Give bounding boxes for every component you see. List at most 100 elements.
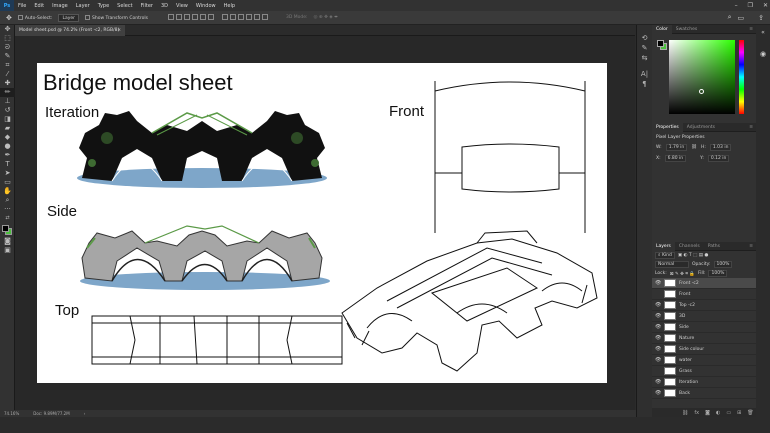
status-arrow-icon[interactable]: › [84, 411, 86, 416]
expand-panels-icon[interactable]: « [756, 29, 770, 36]
panel-menu-icon[interactable]: ≡ [749, 244, 756, 249]
menu-file[interactable]: File [14, 3, 30, 9]
layer-row[interactable]: 👁 Top -c2 [652, 300, 756, 311]
tab-properties[interactable]: Properties [652, 122, 683, 132]
tab-swatches[interactable]: Swatches [672, 27, 702, 32]
dodge-tool-icon[interactable]: ● [0, 142, 15, 151]
foreground-color-swatch[interactable] [2, 225, 9, 232]
healing-tool-icon[interactable]: ✚ [0, 79, 15, 88]
gradient-tool-icon[interactable]: ▰ [0, 124, 15, 133]
blend-mode-dropdown[interactable]: Normal [655, 261, 689, 268]
learn-icon[interactable]: ◉ [756, 50, 770, 58]
tab-layers[interactable]: Layers [652, 241, 675, 251]
brush-tool-icon[interactable]: ✏ [0, 88, 15, 97]
swap-colors-icon[interactable]: ⇄ [0, 214, 15, 223]
move-tool-icon[interactable]: ✥ [6, 14, 12, 22]
layer-row[interactable]: 👁 Side colour [652, 344, 756, 355]
color-swatches[interactable] [0, 223, 14, 237]
align-icons[interactable] [167, 13, 216, 22]
link-icon[interactable]: ⛓ [691, 145, 697, 150]
lasso-tool-icon[interactable]: ᘐ [0, 43, 15, 52]
menu-layer[interactable]: Layer [72, 3, 94, 9]
eye-icon[interactable]: 👁 [655, 324, 661, 330]
layer-select-dropdown[interactable]: Layer [58, 13, 79, 22]
eyedropper-tool-icon[interactable]: ⁄ [0, 70, 15, 79]
filter-icons[interactable]: ▣ ◐ T ⬚ ▤ ● [678, 253, 709, 258]
close-icon[interactable]: ✕ [763, 2, 768, 9]
layer-row[interactable]: Grass [652, 366, 756, 377]
restore-icon[interactable]: ❐ [748, 2, 753, 9]
layer-row[interactable]: 👁 Back [652, 388, 756, 399]
minimize-icon[interactable]: – [735, 2, 738, 9]
clone-source-icon[interactable]: ⇆ [637, 53, 652, 63]
quick-select-tool-icon[interactable]: ✎ [0, 52, 15, 61]
paragraph-icon[interactable]: ¶ [637, 79, 652, 89]
menu-edit[interactable]: Edit [30, 3, 48, 9]
layer-row[interactable]: 👁 Iteration [652, 377, 756, 388]
opacity-field[interactable]: 100% [713, 261, 733, 268]
3d-mode-icons[interactable]: ◎ ⊕ ✥ ◈ ⬌ [314, 15, 338, 20]
saturation-value-field[interactable] [669, 40, 735, 114]
panel-menu-icon[interactable]: ≡ [749, 27, 756, 32]
menu-view[interactable]: View [172, 3, 192, 9]
zoom-tool-icon[interactable]: ⌕ [0, 196, 15, 205]
menu-filter[interactable]: Filter [137, 3, 157, 9]
more-tools-icon[interactable]: ··· [0, 205, 15, 214]
hand-tool-icon[interactable]: ✋ [0, 187, 15, 196]
menu-image[interactable]: Image [48, 3, 72, 9]
layer-row[interactable]: 👁 3D [652, 311, 756, 322]
tab-channels[interactable]: Channels [675, 244, 704, 249]
kind-filter-dropdown[interactable]: ⌕ Kind [655, 252, 675, 259]
panel-menu-icon[interactable]: ≡ [749, 125, 756, 130]
document-canvas[interactable]: Bridge model sheet Iteration Side Top Fr… [37, 63, 607, 383]
shape-tool-icon[interactable]: ▭ [0, 178, 15, 187]
layer-row[interactable]: 👁 water [652, 355, 756, 366]
tab-adjustments[interactable]: Adjustments [683, 125, 719, 130]
foreground-color-chip[interactable] [657, 40, 664, 47]
layer-row[interactable]: Front [652, 289, 756, 300]
quick-mask-icon[interactable]: ◙ [0, 237, 15, 246]
mask-icon[interactable]: ◙ [705, 410, 710, 416]
tab-color[interactable]: Color [652, 24, 672, 34]
x-field[interactable]: 6.80 in [664, 155, 687, 162]
crop-tool-icon[interactable]: ⌗ [0, 61, 15, 70]
workspace-icon[interactable]: ▭ [738, 14, 745, 22]
fill-field[interactable]: 100% [708, 270, 728, 277]
marquee-tool-icon[interactable]: ⬚ [0, 34, 15, 43]
search-icon[interactable]: ⌕ [728, 13, 732, 22]
width-field[interactable]: 1.79 in [665, 144, 688, 151]
canvas-area[interactable]: Bridge model sheet Iteration Side Top Fr… [15, 36, 635, 411]
character-icon[interactable]: A| [637, 69, 652, 79]
zoom-level[interactable]: 74.16% [4, 411, 19, 416]
share-icon[interactable]: ⇪ [758, 14, 764, 22]
menu-help[interactable]: Help [220, 3, 239, 9]
color-picker-marker[interactable] [699, 89, 704, 94]
eye-icon[interactable]: 👁 [655, 357, 661, 363]
y-field[interactable]: 0.12 in [707, 155, 730, 162]
lock-icons[interactable]: ⊠ ✎ ✥ ⌗ 🔒 [670, 271, 695, 277]
menu-3d[interactable]: 3D [157, 3, 172, 9]
tab-paths[interactable]: Paths [704, 244, 724, 249]
blur-tool-icon[interactable]: ◆ [0, 133, 15, 142]
menu-select[interactable]: Select [113, 3, 136, 9]
stamp-tool-icon[interactable]: ⊥ [0, 97, 15, 106]
layer-row[interactable]: 👁 Side [652, 322, 756, 333]
document-tab[interactable]: Model sheet.psd @ 74.2% (Front -c2, RGB/… [15, 25, 125, 36]
menu-type[interactable]: Type [94, 3, 113, 9]
eye-icon[interactable]: 👁 [655, 280, 661, 286]
screen-mode-icon[interactable]: ▣ [0, 246, 15, 255]
eye-icon[interactable]: 👁 [655, 390, 661, 396]
history-brush-tool-icon[interactable]: ↺ [0, 106, 15, 115]
app-logo[interactable]: Ps [0, 0, 14, 11]
hue-slider[interactable] [739, 40, 744, 114]
pen-tool-icon[interactable]: ✒ [0, 151, 15, 160]
link-layers-icon[interactable]: ⛓ [682, 410, 688, 416]
eraser-tool-icon[interactable]: ◨ [0, 115, 15, 124]
eye-icon[interactable]: 👁 [655, 335, 661, 341]
adjustment-icon[interactable]: ◐ [716, 410, 720, 416]
menu-window[interactable]: Window [192, 3, 220, 9]
color-picker[interactable] [655, 36, 753, 121]
distribute-icons[interactable] [221, 13, 270, 22]
move-tool-icon[interactable]: ✥ [0, 25, 15, 34]
height-field[interactable]: 1.03 in [709, 144, 732, 151]
